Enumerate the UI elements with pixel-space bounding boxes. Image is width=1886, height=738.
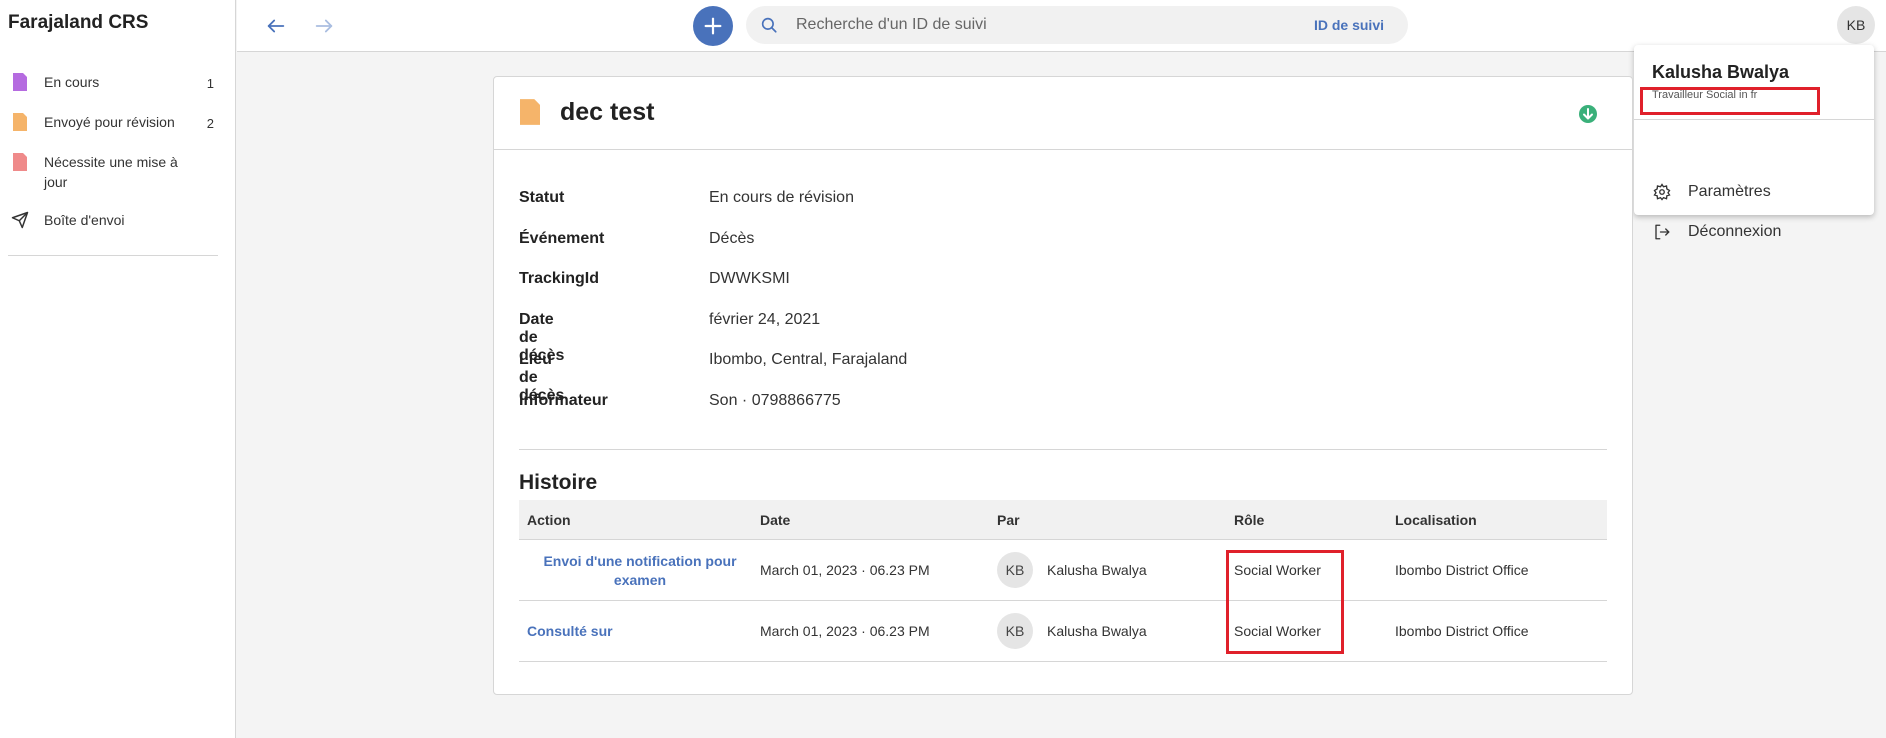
detail-label: TrackingId	[519, 270, 600, 287]
send-icon	[10, 208, 30, 232]
sidebar-item-label: Boîte d'envoi	[44, 212, 125, 228]
history-title: Histoire	[519, 471, 598, 494]
history-table: Action Date Par Rôle Localisation Envoi …	[519, 500, 1607, 662]
history-divider	[519, 449, 1607, 450]
sidebar-item-label: Envoyé pour révision	[44, 114, 175, 130]
sidebar-nav: En cours 1 Envoyé pour révision 2 Nécess…	[0, 66, 236, 244]
table-row: Envoi d'une notification pour examen Mar…	[519, 540, 1607, 601]
create-new-button[interactable]	[693, 6, 733, 46]
sidebar-item-requires-update[interactable]: Nécessite une mise à jour	[0, 146, 236, 192]
detail-label: Statut	[519, 189, 565, 206]
table-row: Consulté sur March 01, 2023 · 06.23 PM K…	[519, 601, 1607, 662]
user-name: Kalusha Bwalya	[1652, 62, 1790, 82]
detail-value: Ibombo, Central, Farajaland	[709, 351, 908, 368]
column-header-role: Rôle	[1234, 512, 1265, 528]
logout-menu-item[interactable]: Déconnexion	[1652, 217, 1862, 247]
user-menu: Kalusha Bwalya Travailleur Social in fr …	[1634, 45, 1874, 240]
search-type-selector[interactable]: ID de suivi	[1314, 17, 1384, 33]
history-user: Kalusha Bwalya	[1047, 623, 1147, 639]
arrow-right-icon	[315, 19, 333, 33]
search-bar: ID de suivi	[746, 6, 1408, 44]
menu-item-label: Déconnexion	[1688, 223, 1782, 240]
settings-menu-item[interactable]: Paramètres	[1652, 177, 1862, 207]
detail-value: Son · 0798866775	[709, 391, 841, 409]
sidebar-divider	[8, 255, 218, 256]
history-user: Kalusha Bwalya	[1047, 562, 1147, 578]
column-header-action: Action	[527, 512, 571, 528]
sidebar-item-count: 1	[206, 76, 214, 91]
detail-label: Informateur	[519, 391, 608, 409]
detail-value: Décès	[709, 229, 755, 247]
record-title: dec test	[560, 98, 655, 126]
sidebar-item-label: Nécessite une mise à jour	[44, 154, 178, 190]
sidebar-item-sent-for-review[interactable]: Envoyé pour révision 2	[0, 106, 236, 134]
column-header-date: Date	[760, 512, 791, 528]
sidebar-item-outbox[interactable]: Boîte d'envoi	[0, 204, 236, 232]
record-header: dec test	[494, 77, 1632, 150]
history-action-link[interactable]: Envoi d'une notification pour examen	[527, 552, 753, 590]
arrow-left-icon	[267, 19, 285, 33]
highlight-box	[1226, 550, 1344, 654]
detail-value: DWWKSMI	[709, 270, 790, 287]
download-status-icon[interactable]	[1578, 104, 1598, 124]
sidebar: Farajaland CRS En cours 1 Envoyé pour ré…	[0, 0, 236, 738]
gear-icon	[1652, 182, 1672, 202]
orange-doc-icon	[520, 99, 540, 130]
purple-doc-icon	[10, 70, 30, 94]
sidebar-item-count: 2	[206, 116, 214, 131]
history-table-header: Action Date Par Rôle Localisation	[519, 500, 1607, 540]
avatar: KB	[997, 552, 1033, 588]
search-input[interactable]	[796, 6, 1246, 44]
detail-label: Événement	[519, 229, 605, 247]
detail-value: février 24, 2021	[709, 310, 821, 328]
detail-value: En cours de révision	[709, 189, 854, 206]
history-action-link[interactable]: Consulté sur	[527, 623, 613, 639]
history-date: March 01, 2023 · 06.23 PM	[760, 623, 930, 639]
forward-button[interactable]	[310, 12, 338, 40]
highlight-box	[1640, 87, 1820, 115]
avatar: KB	[997, 613, 1033, 649]
column-header-by: Par	[997, 512, 1020, 528]
back-button[interactable]	[262, 12, 290, 40]
sidebar-item-label: En cours	[44, 74, 100, 90]
search-icon	[761, 17, 777, 33]
red-doc-icon	[10, 150, 30, 174]
plus-icon	[704, 17, 722, 35]
history-date: March 01, 2023 · 06.23 PM	[760, 562, 930, 578]
user-avatar-button[interactable]: KB	[1837, 6, 1875, 44]
menu-divider	[1634, 119, 1874, 120]
history-location: Ibombo District Office	[1395, 623, 1529, 639]
orange-doc-icon	[10, 110, 30, 134]
menu-item-label: Paramètres	[1688, 183, 1771, 200]
sidebar-item-in-progress[interactable]: En cours 1	[0, 66, 236, 94]
logout-icon	[1652, 222, 1672, 242]
history-location: Ibombo District Office	[1395, 562, 1529, 578]
record-card: dec test Statut En cours de révision Évé…	[493, 76, 1633, 695]
column-header-location: Localisation	[1395, 512, 1477, 528]
app-brand: Farajaland CRS	[8, 12, 149, 33]
